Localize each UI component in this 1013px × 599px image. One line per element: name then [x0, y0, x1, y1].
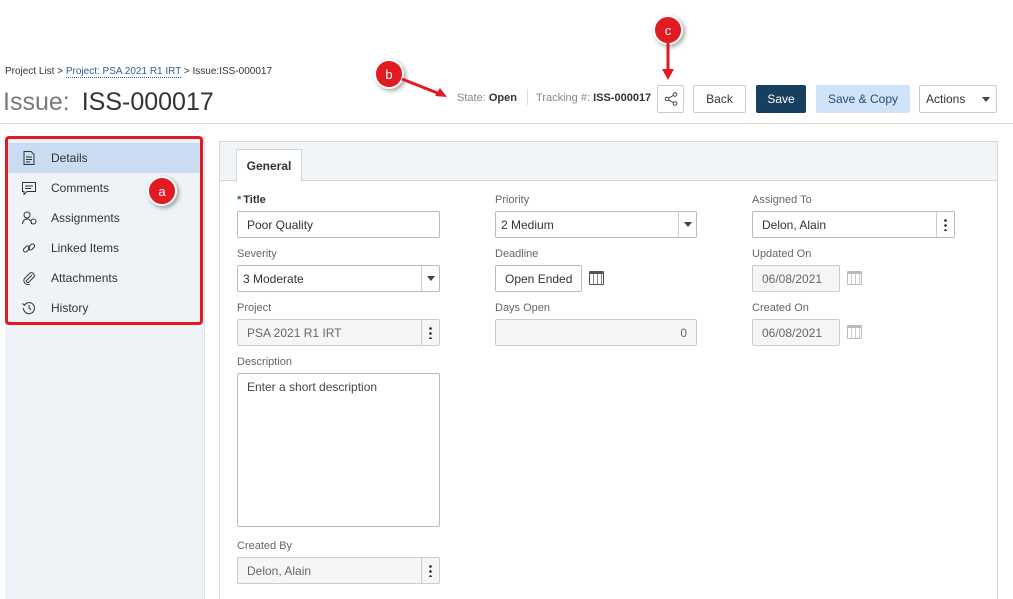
paperclip-icon	[21, 270, 37, 286]
share-button[interactable]	[657, 85, 684, 113]
breadcrumb-current: Issue:ISS-000017	[192, 66, 273, 77]
created-on-value: 06/08/2021	[762, 325, 823, 340]
breadcrumb-separator: >	[181, 66, 193, 77]
assigned-to-menu-button[interactable]	[936, 212, 954, 237]
created-on-label: Created On	[752, 302, 809, 314]
updated-on-value: 06/08/2021	[762, 271, 823, 286]
days-open-label: Days Open	[495, 302, 551, 314]
created-on-field: 06/08/2021	[752, 319, 840, 346]
comment-icon	[21, 180, 37, 196]
priority-select[interactable]: 2 Medium	[495, 211, 697, 238]
tracking-label: Tracking #:	[536, 92, 591, 104]
assigned-to-label: Assigned To	[752, 194, 812, 206]
meta-divider	[527, 89, 528, 105]
actions-dropdown[interactable]: Actions	[919, 85, 997, 113]
deadline-label: Deadline	[495, 248, 539, 260]
sidebar-item-label: Assignments	[51, 211, 120, 225]
breadcrumb: Project List > Project: PSA 2021 R1 IRT …	[5, 66, 273, 78]
assigned-to-field[interactable]: Delon, Alain	[752, 211, 955, 238]
severity-value: 3 Moderate	[243, 271, 304, 286]
title-value: Poor Quality	[247, 217, 314, 232]
share-icon	[664, 92, 677, 106]
title-label-text: Title	[243, 194, 266, 206]
tab-general[interactable]: General	[236, 149, 302, 182]
created-by-field[interactable]: Delon, Alain	[237, 557, 440, 584]
back-button[interactable]: Back	[693, 85, 746, 113]
calendar-icon	[847, 271, 862, 285]
severity-select[interactable]: 3 Moderate	[237, 265, 440, 292]
chevron-down-icon	[683, 222, 692, 227]
priority-dropdown-button[interactable]	[678, 212, 696, 237]
tab-strip: General	[220, 142, 997, 182]
chevron-down-icon	[426, 276, 435, 281]
sidebar-item-attachments[interactable]: Attachments	[7, 263, 201, 293]
breadcrumb-separator: >	[54, 66, 66, 77]
sidebar-item-linked-items[interactable]: Linked Items	[7, 233, 201, 263]
description-placeholder: Enter a short description	[247, 380, 378, 394]
state-label: State:	[457, 92, 486, 104]
created-by-value: Delon, Alain	[247, 563, 312, 578]
sidebar-item-label: Linked Items	[51, 241, 120, 255]
priority-label: Priority	[495, 194, 530, 206]
updated-on-label: Updated On	[752, 248, 812, 260]
project-label: Project	[237, 302, 272, 314]
kebab-menu-icon	[429, 326, 432, 339]
page-title-value: ISS-000017	[81, 88, 214, 116]
deadline-field[interactable]: Open Ended	[495, 265, 582, 292]
days-open-field: 0	[495, 319, 697, 346]
project-value: PSA 2021 R1 IRT	[247, 325, 342, 340]
chevron-down-icon	[982, 96, 990, 102]
severity-label: Severity	[237, 248, 277, 260]
breadcrumb-project-link[interactable]: Project: PSA 2021 R1 IRT	[65, 66, 182, 78]
sidebar-item-details[interactable]: Details	[7, 143, 201, 173]
title-label: * Title	[237, 194, 266, 206]
severity-dropdown-button[interactable]	[421, 266, 439, 291]
project-menu-button[interactable]	[421, 320, 439, 345]
save-button[interactable]: Save	[756, 85, 806, 113]
issue-page: Project List > Project: PSA 2021 R1 IRT …	[0, 0, 1013, 599]
actions-label: Actions	[926, 92, 966, 106]
state-indicator: State: Open	[457, 92, 517, 104]
updated-on-field: 06/08/2021	[752, 265, 840, 292]
history-icon	[21, 300, 37, 316]
sidebar-item-label: Details	[51, 151, 88, 165]
calendar-icon	[847, 325, 862, 339]
sidebar-item-assignments[interactable]: Assignments	[7, 203, 201, 233]
state-value: Open	[488, 92, 517, 104]
user-assign-icon	[21, 210, 37, 226]
sidebar-item-history[interactable]: History	[7, 293, 201, 323]
priority-value: 2 Medium	[501, 217, 554, 232]
callout-a: a	[147, 176, 177, 206]
kebab-menu-icon	[429, 564, 432, 577]
callout-c: c	[653, 15, 683, 45]
assigned-to-value: Delon, Alain	[762, 217, 827, 232]
page-title: Issue: ISS-000017	[3, 88, 214, 117]
tracking-indicator: Tracking #: ISS-000017	[536, 92, 651, 104]
header-divider	[0, 123, 1013, 124]
deadline-value: Open Ended	[505, 271, 573, 286]
link-icon	[21, 240, 37, 256]
description-textarea[interactable]: Enter a short description	[237, 373, 440, 527]
breadcrumb-project-list[interactable]: Project List	[5, 66, 54, 77]
required-icon: *	[237, 194, 242, 206]
created-by-menu-button[interactable]	[421, 558, 439, 583]
kebab-menu-icon	[944, 218, 947, 231]
sidebar: Details Comments Assignments Linked Item…	[5, 137, 205, 599]
sidebar-item-label: History	[51, 301, 89, 315]
days-open-value: 0	[680, 325, 687, 340]
callout-c-arrow	[662, 43, 674, 80]
save-copy-button[interactable]: Save & Copy	[816, 85, 910, 113]
callout-b-arrow	[401, 77, 447, 97]
details-panel: General	[219, 141, 998, 599]
project-field[interactable]: PSA 2021 R1 IRT	[237, 319, 440, 346]
calendar-icon[interactable]	[589, 271, 604, 285]
sidebar-item-label: Comments	[51, 181, 110, 195]
tracking-value: ISS-000017	[593, 92, 652, 104]
title-field[interactable]: Poor Quality	[237, 211, 440, 238]
created-by-label: Created By	[237, 540, 293, 552]
description-label: Description	[237, 356, 293, 368]
document-icon	[21, 150, 37, 166]
page-title-prefix: Issue:	[3, 88, 70, 116]
sidebar-item-label: Attachments	[51, 271, 118, 285]
